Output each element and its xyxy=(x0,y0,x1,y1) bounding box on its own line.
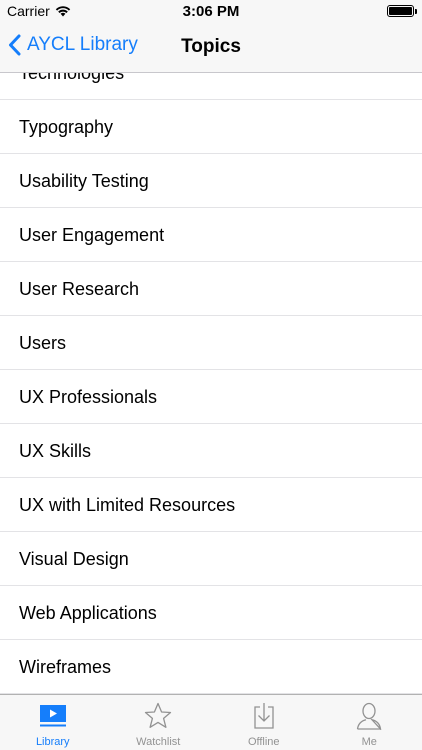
topic-label: Usability Testing xyxy=(19,171,149,191)
topic-label: Visual Design xyxy=(19,549,129,569)
status-time: 3:06 PM xyxy=(182,3,240,20)
tab-library[interactable]: Library xyxy=(0,695,106,750)
topic-label: Technologies xyxy=(19,73,125,83)
topic-label: User Engagement xyxy=(19,225,165,245)
topic-label: UX Professionals xyxy=(19,387,158,407)
tab-watchlist[interactable]: Watchlist xyxy=(106,695,212,750)
battery-tip xyxy=(415,9,417,14)
battery-icon xyxy=(387,5,414,17)
topic-row[interactable]: Usability Testing xyxy=(0,154,422,208)
library-icon xyxy=(39,705,66,727)
topic-row[interactable]: UX Skills xyxy=(0,424,422,478)
topic-label: UX with Limited Resources xyxy=(19,495,236,515)
topic-label: Users xyxy=(19,333,67,353)
topics-list[interactable]: Technologies Typography Usability Testin… xyxy=(0,73,422,694)
topic-row[interactable]: UX with Limited Resources xyxy=(0,478,422,532)
tab-me-label: Me xyxy=(361,736,377,748)
topic-row[interactable]: User Engagement xyxy=(0,208,422,262)
topic-label: UX Skills xyxy=(19,441,92,461)
topic-label: Wireframes xyxy=(19,657,112,677)
topic-row[interactable]: Technologies xyxy=(0,73,422,100)
topic-label: Web Applications xyxy=(19,603,157,623)
topic-row[interactable]: Wireframes xyxy=(0,640,422,694)
tab-watchlist-label: Watchlist xyxy=(136,736,181,748)
download-icon xyxy=(254,703,274,729)
tab-me[interactable]: Me xyxy=(317,695,422,750)
tab-offline-label: Offline xyxy=(247,736,280,748)
topic-row[interactable]: Users xyxy=(0,316,422,370)
topic-row[interactable]: User Research xyxy=(0,262,422,316)
navigation-bar: AYCL Library Topics xyxy=(0,22,422,73)
topic-row[interactable]: Visual Design xyxy=(0,532,422,586)
topic-label: User Research xyxy=(19,279,140,299)
topic-row[interactable]: Typography xyxy=(0,100,422,154)
person-icon xyxy=(357,702,382,730)
topic-row[interactable]: UX Professionals xyxy=(0,370,422,424)
page-title: Topics xyxy=(181,36,241,57)
topic-label: Typography xyxy=(19,117,114,137)
tab-bar: Library Watchlist Offline Me xyxy=(0,694,422,750)
star-icon xyxy=(145,702,172,728)
topic-row[interactable]: Web Applications xyxy=(0,586,422,640)
tab-offline[interactable]: Offline xyxy=(211,695,317,750)
status-bar: Carrier 3:06 PM xyxy=(0,0,422,22)
tab-library-label: Library xyxy=(35,736,70,748)
